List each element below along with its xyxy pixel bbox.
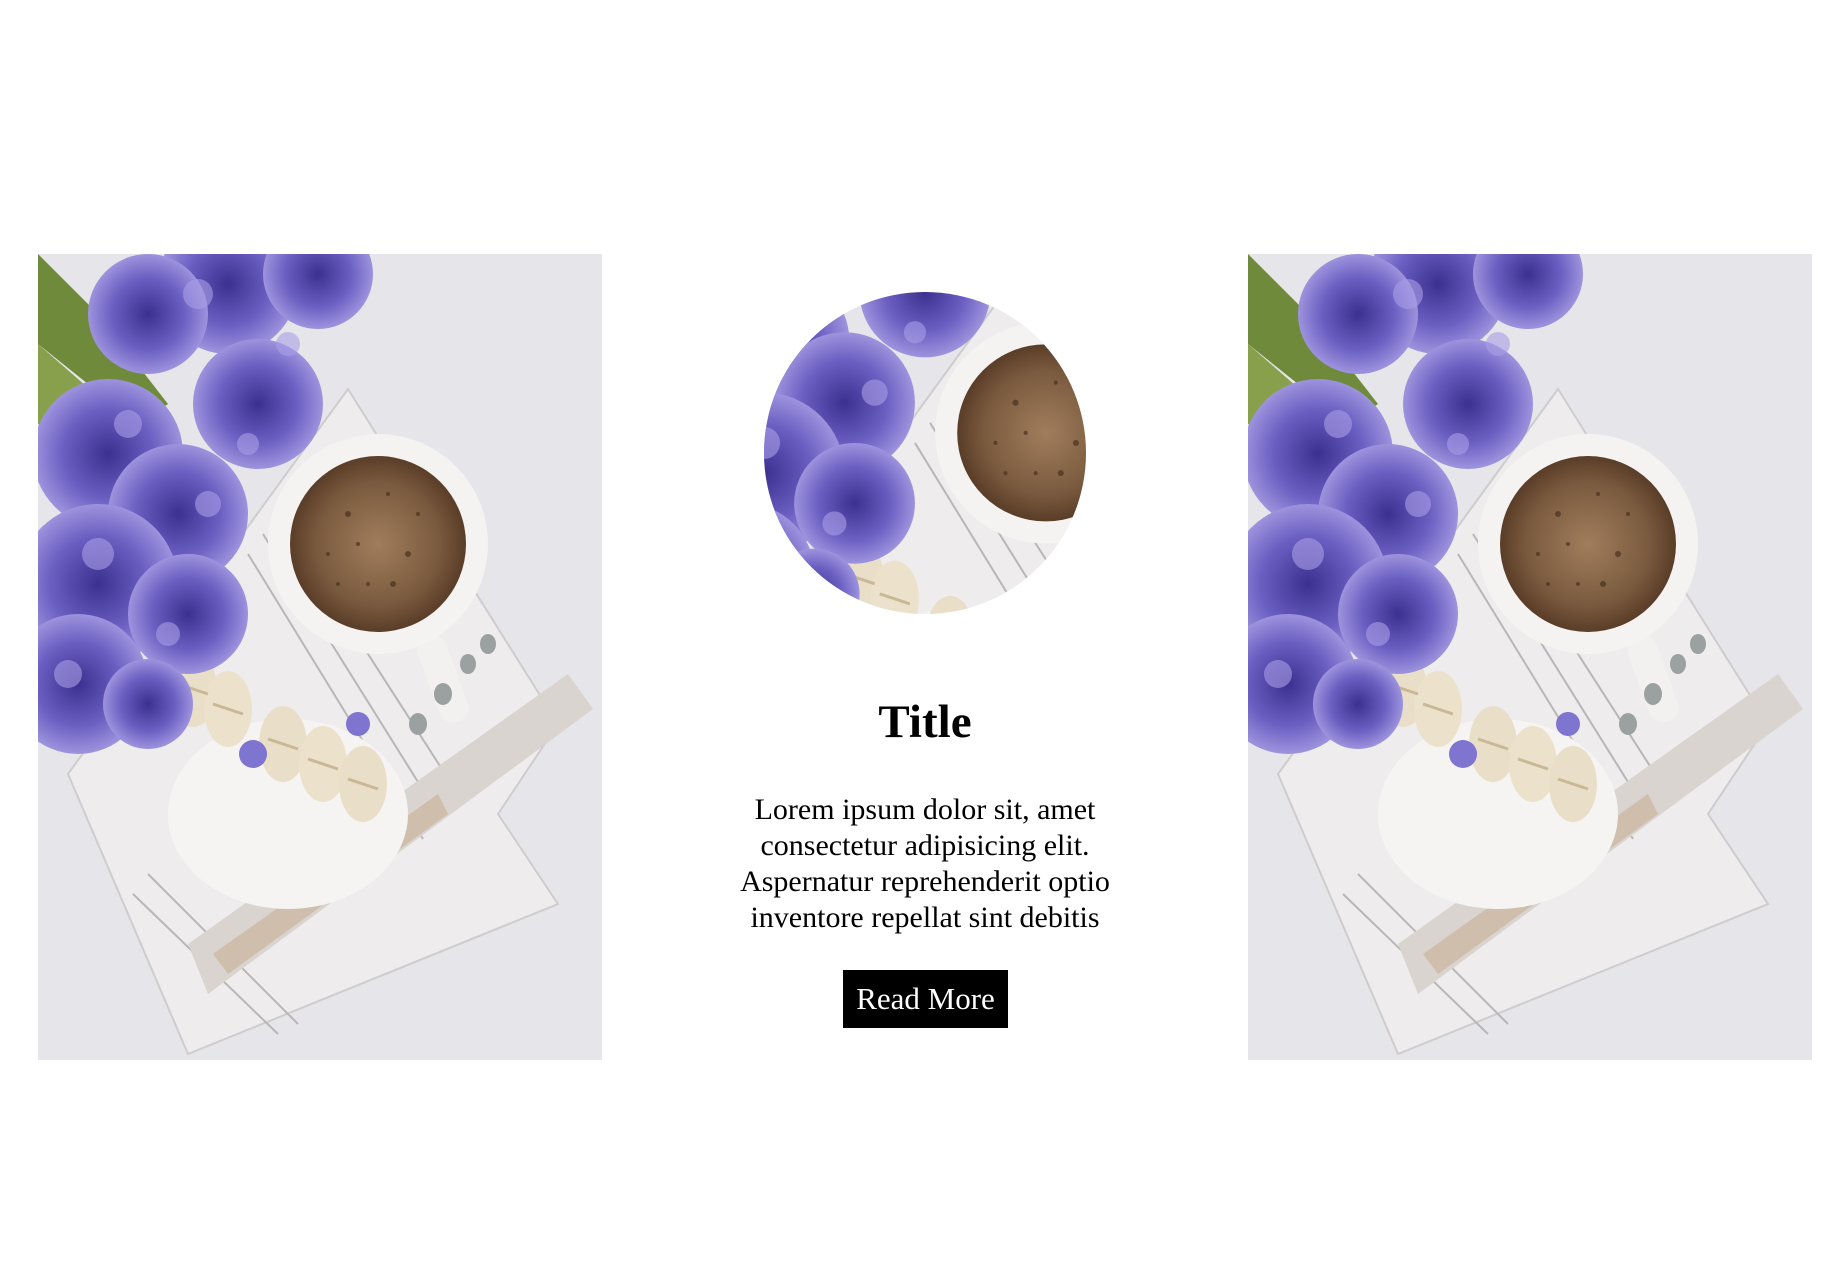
- coffee-flowers-thumbnail-icon: [764, 292, 1086, 614]
- card-title: Title: [878, 696, 972, 748]
- coffee-flowers-photo-icon: [1248, 254, 1812, 1060]
- right-photo: [1248, 254, 1812, 1060]
- content-card: Title Lorem ipsum dolor sit, amet consec…: [640, 254, 1210, 1060]
- card-body-text: Lorem ipsum dolor sit, amet consectetur …: [740, 793, 1110, 934]
- round-thumbnail: [764, 292, 1086, 614]
- page: Title Lorem ipsum dolor sit, amet consec…: [0, 0, 1846, 1272]
- left-photo: [38, 254, 602, 1060]
- read-more-button[interactable]: Read More: [843, 970, 1008, 1028]
- coffee-flowers-photo-icon: [38, 254, 602, 1060]
